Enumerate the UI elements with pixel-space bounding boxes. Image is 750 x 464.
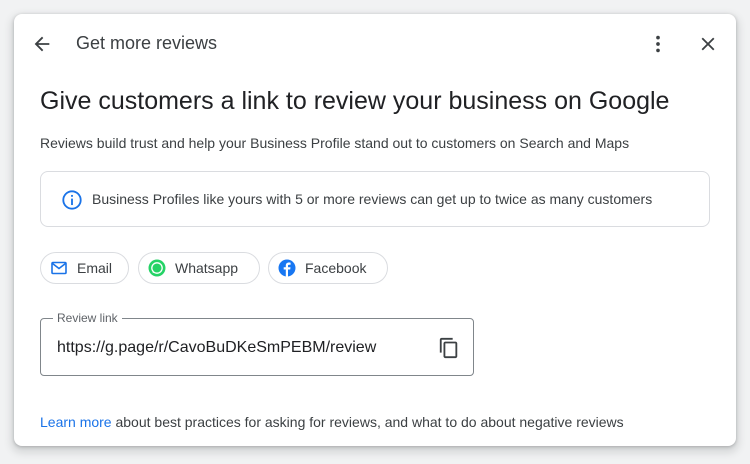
info-icon	[62, 190, 82, 210]
review-link-value[interactable]: https://g.page/r/CavoBuDKeSmPEBM/review	[57, 339, 376, 357]
info-text: Business Profiles like yours with 5 or m…	[92, 191, 653, 207]
share-whatsapp-button[interactable]: Whatsapp	[138, 252, 260, 284]
copy-icon	[439, 337, 458, 359]
more-vert-icon	[656, 35, 660, 53]
review-link-label: Review link	[53, 311, 122, 325]
page-subtext: Reviews build trust and help your Busine…	[40, 135, 630, 151]
back-button[interactable]	[24, 26, 60, 62]
share-facebook-label: Facebook	[305, 260, 367, 276]
close-icon	[701, 37, 715, 51]
page-heading: Give customers a link to review your bus…	[40, 87, 670, 115]
info-banner: Business Profiles like yours with 5 or m…	[40, 171, 710, 227]
share-facebook-button[interactable]: Facebook	[268, 252, 388, 284]
share-whatsapp-label: Whatsapp	[175, 260, 239, 276]
whatsapp-icon	[148, 259, 166, 277]
copy-link-button[interactable]	[432, 331, 466, 365]
back-arrow-icon	[34, 36, 50, 52]
share-email-button[interactable]: Email	[40, 252, 129, 284]
review-link-field[interactable]: Review link https://g.page/r/CavoBuDKeSm…	[40, 311, 474, 376]
mail-icon	[50, 259, 68, 277]
share-email-label: Email	[77, 260, 113, 276]
footer-text: about best practices for asking for revi…	[111, 414, 624, 430]
dialog-title: Get more reviews	[76, 33, 218, 53]
facebook-icon	[278, 259, 296, 277]
more-options-button[interactable]	[640, 26, 676, 62]
get-more-reviews-dialog: Get more reviews Give customers a link t…	[14, 14, 736, 446]
dialog-header: Get more reviews	[14, 14, 736, 74]
learn-more-link[interactable]: Learn more	[40, 414, 112, 430]
close-button[interactable]	[690, 26, 726, 62]
footer-note: Learn more about best practices for aski…	[40, 414, 624, 430]
